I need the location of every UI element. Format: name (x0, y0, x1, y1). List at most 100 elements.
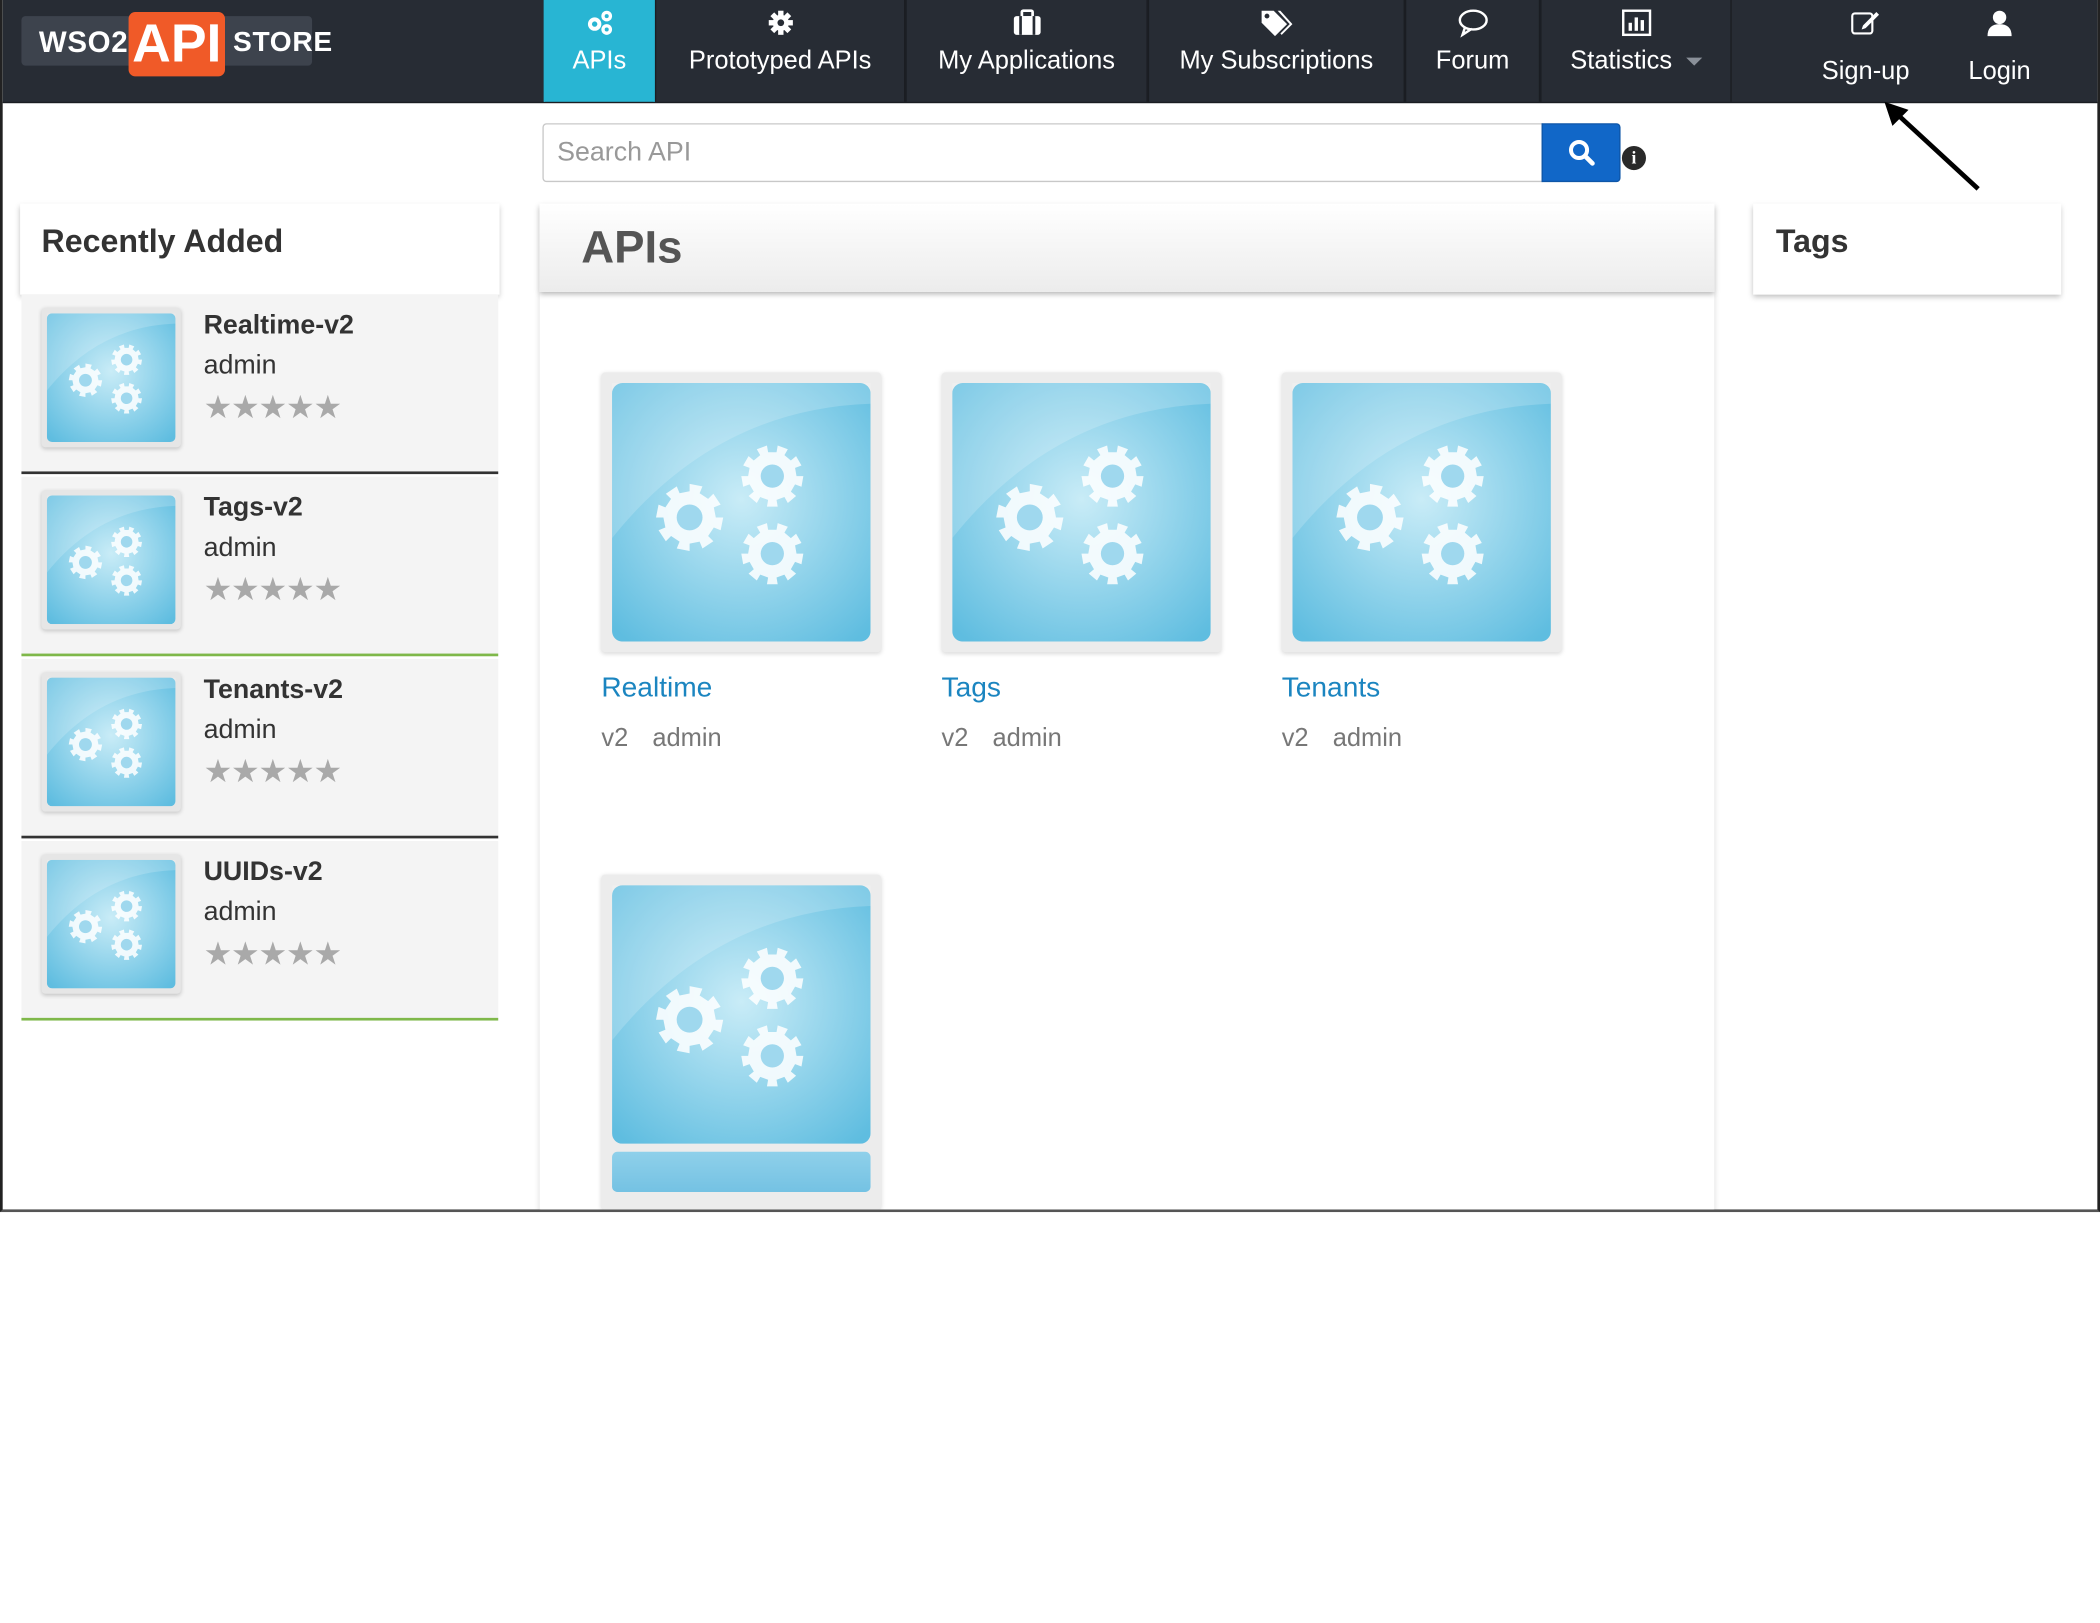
top-navbar: WSO2 API STORE APIs Prototyped APIs My A… (2, 0, 2098, 104)
api-version: v2 (601, 724, 629, 753)
apis-header: APIs (539, 203, 1715, 292)
recent-item-tags[interactable]: Tags-v2 admin ★★★★★ (21, 476, 499, 657)
nav-my-applications[interactable]: My Applications (905, 0, 1148, 102)
login-label: Login (1968, 57, 2031, 86)
gear-hole (1100, 542, 1125, 566)
recent-item-name: UUIDs-v2 (203, 857, 323, 887)
rating-stars[interactable]: ★★★★★ (204, 392, 343, 424)
signup-button[interactable]: Sign-up (1804, 0, 1927, 102)
nav-apis[interactable]: APIs (543, 0, 655, 102)
api-name-link[interactable]: Tenants (1282, 672, 1381, 704)
gear-hole (1357, 504, 1383, 531)
api-owner: admin (652, 724, 722, 753)
api-version: v2 (941, 724, 969, 753)
login-button[interactable]: Login (1943, 0, 2056, 102)
gear-hole (79, 738, 92, 751)
recent-item-owner: admin (203, 533, 277, 563)
nav-forum-label: Forum (1435, 46, 1510, 76)
api-thumbnail (1281, 372, 1562, 653)
logo-api-text: API (128, 12, 226, 77)
nav-apis-label: APIs (572, 46, 627, 76)
gear-hole (760, 542, 784, 566)
gear-hole (1100, 464, 1125, 488)
nav-prototyped-apis[interactable]: Prototyped APIs (654, 0, 906, 102)
api-name-link[interactable]: Tags (942, 672, 1001, 704)
briefcase-icon (907, 8, 1147, 37)
api-thumbnail (41, 854, 181, 994)
search-icon (1568, 139, 1595, 166)
gear-hole (79, 555, 92, 569)
user-icon (1943, 8, 2056, 37)
api-thumbnail (41, 490, 181, 630)
api-thumbnail (941, 372, 1222, 653)
logo-wso2-text: WSO2 (38, 25, 129, 59)
apis-listing: Realtime v2 admin Tags v2 admin Tenants v2… (539, 291, 1715, 1210)
api-meta: v2 admin (942, 725, 1062, 754)
api-owner: admin (1332, 724, 1403, 753)
rating-stars[interactable]: ★★★★★ (204, 756, 343, 789)
api-thumbnail (41, 308, 181, 448)
recent-item-uuids[interactable]: UUIDs-v2 admin ★★★★★ (21, 841, 499, 1021)
recent-item-name: Tags-v2 (203, 492, 303, 523)
recently-added-title: Recently Added (41, 223, 284, 260)
gear-hole (676, 504, 703, 531)
gear-hole (120, 718, 133, 730)
api-meta: v2 admin (601, 725, 721, 754)
bar-chart-icon (1542, 8, 1731, 37)
recent-item-owner: admin (203, 715, 277, 745)
api-version: v2 (1281, 724, 1309, 753)
gear-hole (120, 756, 133, 769)
logo-store-text: STORE (233, 26, 333, 58)
wso2-api-store-logo[interactable]: WSO2 API STORE (21, 12, 332, 77)
signup-label: Sign-up (1821, 57, 1910, 86)
gear-icon (656, 8, 904, 37)
tags-panel: Tags (1753, 203, 2062, 295)
gear-hole (760, 1044, 784, 1068)
gear-hole (1016, 504, 1043, 531)
nav-statistics-label: Statistics (1542, 47, 1731, 76)
gear-hole (79, 373, 92, 387)
tags-icon (1149, 8, 1403, 37)
api-name-link[interactable]: Realtime (601, 672, 712, 704)
recent-item-name: Tenants-v2 (203, 675, 344, 705)
recent-item-name: Realtime-v2 (203, 310, 354, 341)
api-meta: v2 admin (1282, 725, 1402, 754)
gear-hole (760, 464, 784, 488)
search-button[interactable] (1541, 123, 1621, 183)
nav-statistics[interactable]: Statistics (1540, 0, 1732, 102)
edit-icon (1804, 8, 1927, 37)
nav-prototyped-apis-label: Prototyped APIs (688, 46, 872, 76)
gear-hole (120, 938, 133, 951)
recent-item-owner: admin (203, 897, 277, 927)
gear-hole (760, 966, 784, 990)
gear-hole (1441, 542, 1465, 566)
recent-item-realtime[interactable]: Realtime-v2 admin ★★★★★ (21, 294, 499, 475)
recent-item-tenants[interactable]: Tenants-v2 admin ★★★★★ (21, 658, 499, 839)
arrow-annotation (1884, 101, 1980, 191)
chevron-down-icon (1685, 57, 1702, 66)
info-icon[interactable]: i (1621, 145, 1646, 171)
nav-my-subscriptions[interactable]: My Subscriptions (1147, 0, 1405, 102)
tags-title: Tags (1775, 223, 1849, 260)
cogs-icon (545, 8, 653, 37)
gear-hole (120, 536, 133, 548)
gear-hole (120, 574, 133, 587)
search-input[interactable] (542, 123, 1543, 183)
nav-my-subscriptions-label: My Subscriptions (1179, 46, 1374, 76)
gear-hole (1441, 464, 1465, 488)
gear-hole (120, 392, 133, 405)
api-thumbnail (601, 372, 882, 653)
nav-forum[interactable]: Forum (1404, 0, 1541, 102)
recent-item-owner: admin (203, 350, 277, 381)
gear-hole (120, 353, 133, 366)
app-frame: WSO2 API STORE APIs Prototyped APIs My A… (0, 0, 2100, 1213)
apis-title: APIs (581, 222, 683, 274)
speech-bubble-icon (1406, 8, 1539, 38)
nav-my-applications-label: My Applications (938, 46, 1115, 76)
rating-stars[interactable]: ★★★★★ (204, 574, 343, 607)
api-thumbnail (601, 874, 882, 1210)
recently-added-header: Recently Added (20, 203, 500, 295)
rating-stars[interactable]: ★★★★★ (204, 938, 343, 971)
gear-hole (676, 1006, 703, 1033)
api-thumbnail (41, 672, 181, 812)
